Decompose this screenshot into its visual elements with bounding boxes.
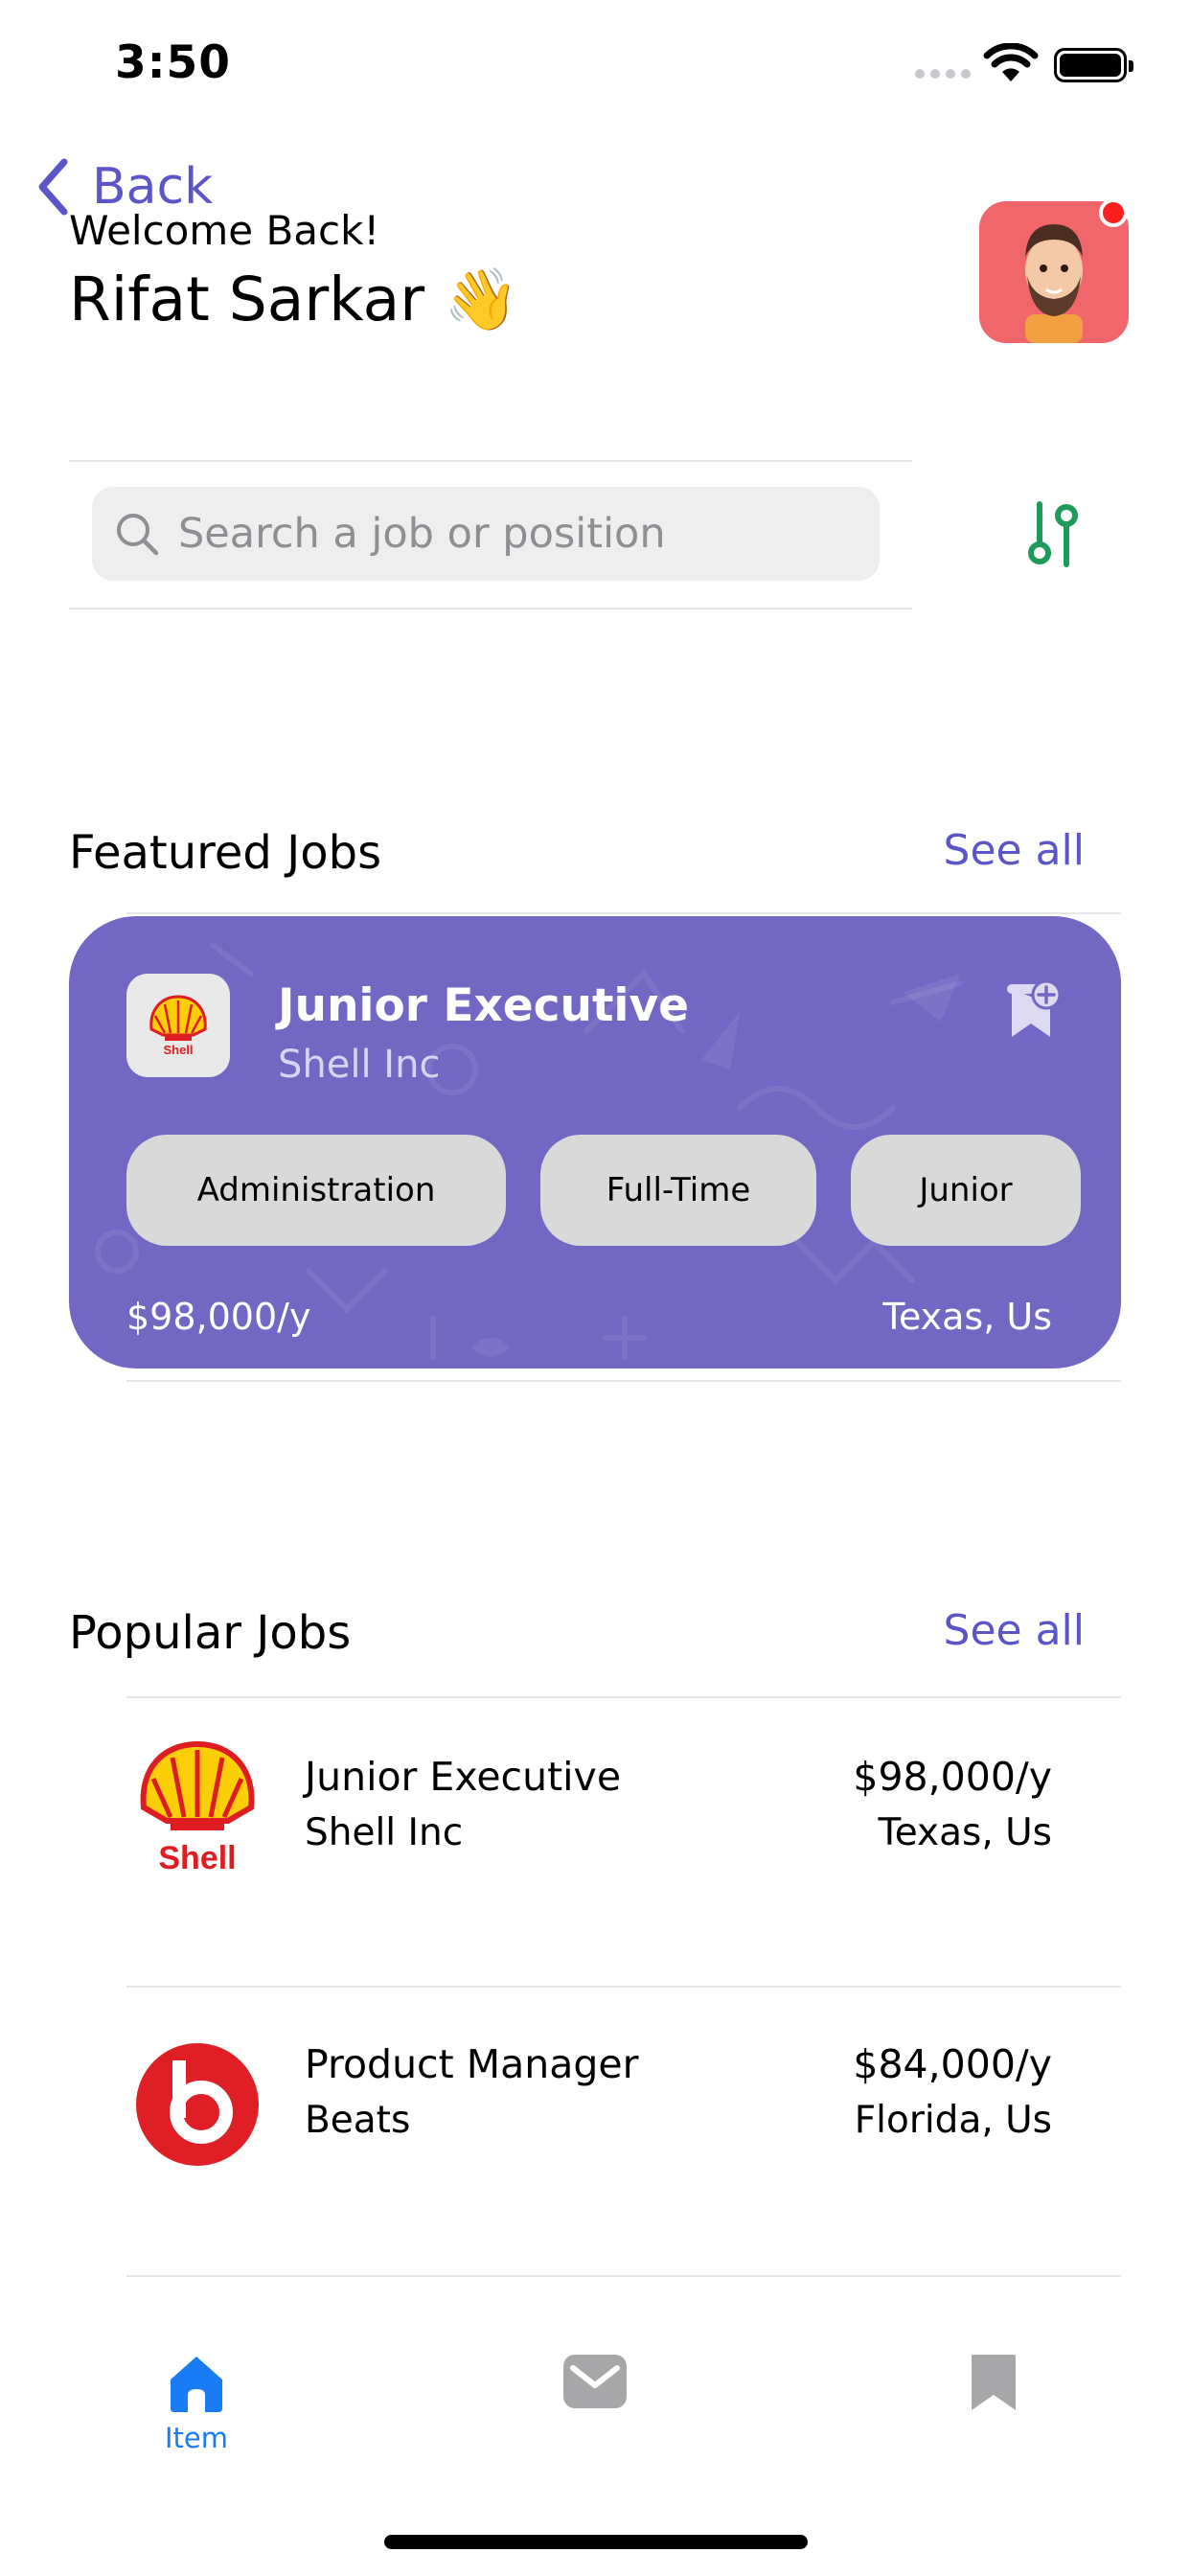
divider bbox=[69, 460, 912, 462]
tag-chip[interactable]: Junior bbox=[851, 1135, 1081, 1246]
battery-icon bbox=[1054, 48, 1133, 82]
job-location: Florida, Us bbox=[854, 2099, 1052, 2142]
welcome-text: Welcome Back! bbox=[69, 207, 380, 254]
tag-chip[interactable]: Full-Time bbox=[540, 1135, 816, 1246]
job-company: Beats bbox=[305, 2099, 411, 2142]
tab-home[interactable]: Item bbox=[153, 2353, 240, 2454]
list-item[interactable]: Product Manager Beats $84,000/y Florida,… bbox=[126, 1988, 1121, 2275]
home-indicator[interactable] bbox=[384, 2535, 808, 2549]
tab-messages[interactable] bbox=[561, 2353, 629, 2410]
featured-job-title: Junior Executive bbox=[278, 979, 690, 1032]
shell-logo: Shell bbox=[140, 1740, 255, 1874]
featured-see-all-link[interactable]: See all bbox=[944, 826, 1085, 875]
search-icon bbox=[117, 514, 159, 556]
divider bbox=[126, 1380, 1121, 1382]
mail-icon bbox=[563, 2355, 627, 2408]
tag-chip[interactable]: Administration bbox=[126, 1135, 506, 1246]
bookmark-icon bbox=[972, 2355, 1016, 2410]
beats-logo bbox=[136, 2043, 259, 2166]
notification-dot bbox=[1099, 198, 1128, 227]
user-name: Rifat Sarkar 👋 bbox=[69, 264, 519, 335]
job-salary: $84,000/y bbox=[853, 2041, 1052, 2087]
tab-home-label: Item bbox=[164, 2422, 228, 2454]
screen: 3:50 Back Welcome Back! Rifat Sarkar 👋 S… bbox=[0, 0, 1190, 2576]
user-name-text: Rifat Sarkar bbox=[69, 264, 425, 334]
chevron-left-icon bbox=[38, 158, 68, 216]
bookmark-add-icon[interactable] bbox=[1006, 979, 1060, 1041]
wifi-icon bbox=[983, 43, 1039, 81]
popular-jobs-title: Popular Jobs bbox=[69, 1606, 352, 1660]
popular-see-all-link[interactable]: See all bbox=[944, 1606, 1085, 1655]
divider bbox=[69, 608, 912, 610]
featured-job-card[interactable]: Shell Junior Executive Shell Inc Adminis… bbox=[69, 916, 1121, 1368]
job-title: Junior Executive bbox=[305, 1754, 622, 1800]
featured-jobs-title: Featured Jobs bbox=[69, 826, 382, 880]
home-icon bbox=[171, 2357, 222, 2412]
wave-emoji: 👋 bbox=[444, 264, 519, 334]
divider bbox=[126, 912, 1121, 914]
featured-salary: $98,000/y bbox=[126, 1296, 311, 1338]
shell-logo: Shell bbox=[126, 974, 230, 1077]
shell-logo-text: Shell bbox=[163, 1043, 193, 1057]
job-company: Shell Inc bbox=[305, 1811, 464, 1854]
divider bbox=[126, 2275, 1121, 2277]
status-time: 3:50 bbox=[115, 36, 231, 89]
search-input[interactable] bbox=[178, 510, 830, 558]
shell-logo-icon: Shell bbox=[149, 995, 207, 1057]
cellular-signal-icon bbox=[915, 69, 971, 79]
job-title: Product Manager bbox=[305, 2041, 639, 2087]
job-location: Texas, Us bbox=[878, 1811, 1052, 1854]
job-salary: $98,000/y bbox=[853, 1754, 1052, 1800]
list-item[interactable]: Shell Junior Executive Shell Inc $98,000… bbox=[126, 1698, 1121, 1986]
search-bar[interactable] bbox=[92, 487, 880, 581]
shell-logo-text: Shell bbox=[158, 1840, 236, 1874]
featured-company: Shell Inc bbox=[278, 1043, 441, 1087]
tab-saved[interactable] bbox=[970, 2353, 1018, 2412]
featured-location: Texas, Us bbox=[882, 1296, 1052, 1338]
filter-icon[interactable] bbox=[1019, 498, 1087, 570]
